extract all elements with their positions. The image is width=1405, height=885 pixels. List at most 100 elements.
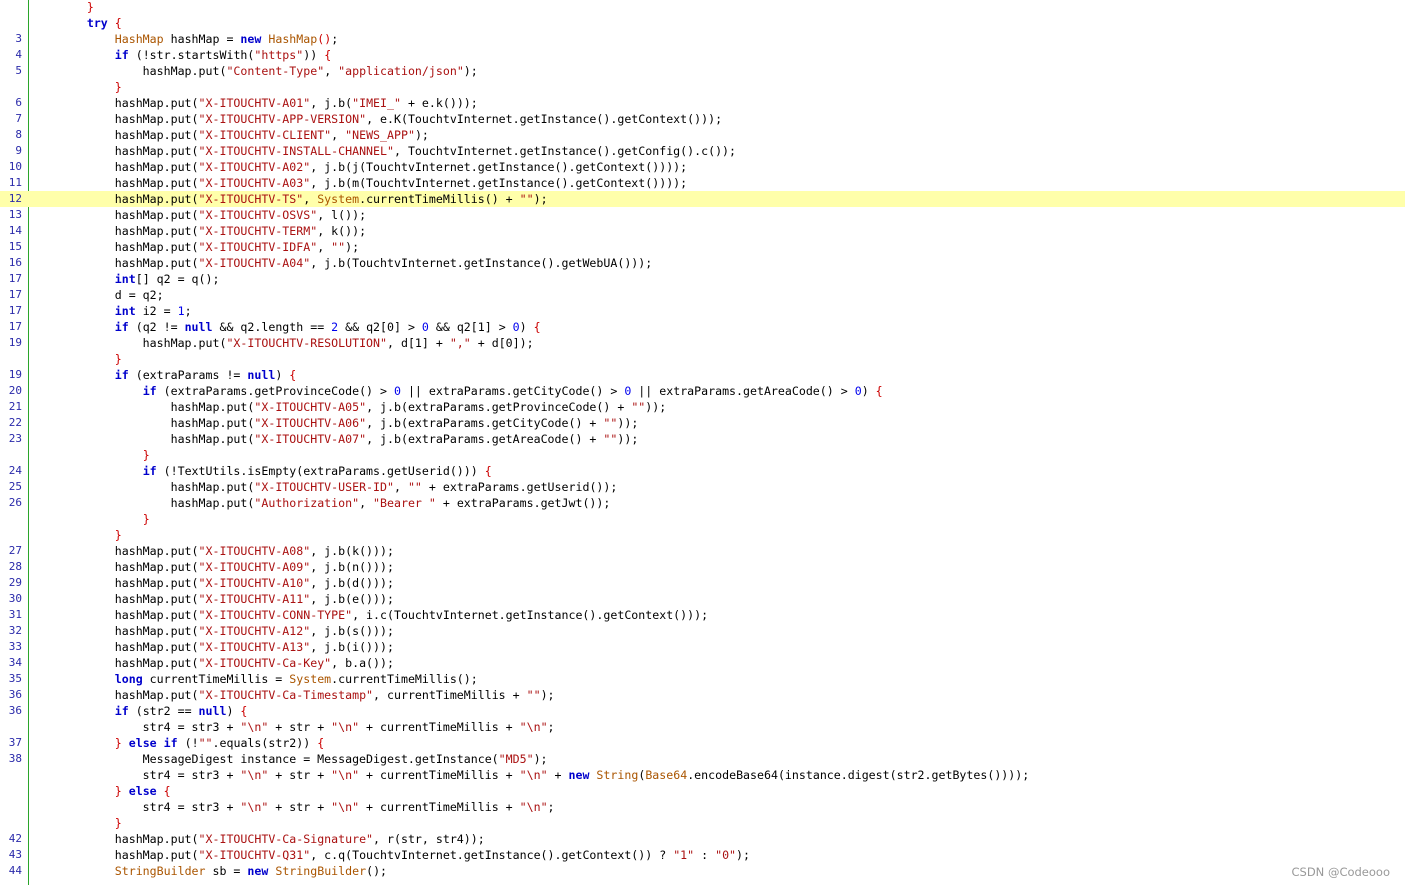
code-token: HashMap [261,32,318,46]
code-line[interactable]: 42 hashMap.put("X-ITOUCHTV-Ca-Signature"… [0,831,1405,847]
code-text: StringBuilder sb = new StringBuilder(); [31,863,1405,879]
code-line[interactable]: } [0,527,1405,543]
code-line[interactable]: 13 hashMap.put("X-ITOUCHTV-OSVS", l()); [0,207,1405,223]
code-line[interactable]: 33 hashMap.put("X-ITOUCHTV-A13", j.b(i()… [0,639,1405,655]
line-number: 15 [8,240,22,253]
code-line[interactable]: 25 hashMap.put("X-ITOUCHTV-USER-ID", "" … [0,479,1405,495]
code-token: "X-ITOUCHTV-A02" [198,160,311,174]
code-token: "" [603,432,618,446]
code-line[interactable]: 17 int[] q2 = q(); [0,271,1405,287]
code-line[interactable]: 24 if (!TextUtils.isEmpty(extraParams.ge… [0,463,1405,479]
code-line[interactable]: str4 = str3 + "\n" + str + "\n" + curren… [0,767,1405,783]
code-token: String [589,768,639,782]
code-line[interactable]: 36 hashMap.put("X-ITOUCHTV-Ca-Timestamp"… [0,687,1405,703]
code-line[interactable]: } else { [0,783,1405,799]
code-token: , j.b( [310,96,353,110]
code-token: (! [177,736,199,750]
code-text: hashMap.put("X-ITOUCHTV-A08", j.b(k())); [31,543,1405,559]
code-token: d = q2; [31,288,164,302]
code-editor[interactable]: } try {3 HashMap hashMap = new HashMap()… [0,0,1405,885]
code-line[interactable]: 26 hashMap.put("Authorization", "Bearer … [0,495,1405,511]
code-line[interactable]: 44 StringBuilder sb = new StringBuilder(… [0,863,1405,879]
code-line[interactable]: 32 hashMap.put("X-ITOUCHTV-A12", j.b(s()… [0,623,1405,639]
code-line[interactable]: str4 = str3 + "\n" + str + "\n" + curren… [0,799,1405,815]
code-line[interactable]: 22 hashMap.put("X-ITOUCHTV-A06", j.b(ext… [0,415,1405,431]
code-line[interactable]: 8 hashMap.put("X-ITOUCHTV-CLIENT", "NEWS… [0,127,1405,143]
code-line[interactable]: 15 hashMap.put("X-ITOUCHTV-IDFA", ""); [0,239,1405,255]
code-line[interactable]: } [0,511,1405,527]
code-line[interactable]: 31 hashMap.put("X-ITOUCHTV-CONN-TYPE", i… [0,607,1405,623]
code-line[interactable]: 10 hashMap.put("X-ITOUCHTV-A02", j.b(j(T… [0,159,1405,175]
code-token: { [317,48,332,62]
highlighted-code-line[interactable]: 12 hashMap.put("X-ITOUCHTV-TS", System.c… [0,191,1405,207]
line-number: 30 [8,592,22,605]
code-line[interactable]: 37 } else if (!"".equals(str2)) { [0,735,1405,751]
code-token: int [114,304,136,318]
code-line[interactable]: 9 hashMap.put("X-ITOUCHTV-INSTALL-CHANNE… [0,143,1405,159]
code-line[interactable]: 20 if (extraParams.getProvinceCode() > 0… [0,383,1405,399]
line-number: 12 [8,192,22,205]
code-token: ); [463,64,478,78]
code-line[interactable]: } [0,0,1405,15]
code-line[interactable]: 27 hashMap.put("X-ITOUCHTV-A08", j.b(k()… [0,543,1405,559]
code-token: 1 [177,304,185,318]
code-line[interactable]: 17 d = q2; [0,287,1405,303]
code-token: + currentTimeMillis + [359,720,520,734]
code-line[interactable]: 17 int i2 = 1; [0,303,1405,319]
code-line[interactable]: 14 hashMap.put("X-ITOUCHTV-TERM", k()); [0,223,1405,239]
code-line[interactable]: 6 hashMap.put("X-ITOUCHTV-A01", j.b("IME… [0,95,1405,111]
code-line[interactable]: 5 hashMap.put("Content-Type", "applicati… [0,63,1405,79]
code-line[interactable]: } [0,351,1405,367]
code-line[interactable]: 30 hashMap.put("X-ITOUCHTV-A11", j.b(e()… [0,591,1405,607]
code-line[interactable]: 23 hashMap.put("X-ITOUCHTV-A07", j.b(ext… [0,431,1405,447]
code-line[interactable]: } [0,447,1405,463]
code-line[interactable]: 11 hashMap.put("X-ITOUCHTV-A03", j.b(m(T… [0,175,1405,191]
code-token: "X-ITOUCHTV-A07" [254,432,367,446]
watermark: CSDN @Codeooo [1291,865,1391,879]
code-token: long [114,672,143,686]
code-token: || extraParams.getCityCode() > [400,384,625,398]
code-line[interactable]: 38 MessageDigest instance = MessageDiges… [0,751,1405,767]
code-line[interactable]: 43 hashMap.put("X-ITOUCHTV-Q31", c.q(Tou… [0,847,1405,863]
code-text: } [31,527,1405,543]
code-line[interactable]: 21 hashMap.put("X-ITOUCHTV-A05", j.b(ext… [0,399,1405,415]
code-text: } [31,351,1405,367]
code-token: "\n" [519,720,548,734]
code-token: StringBuilder [114,864,206,878]
code-token: , j.b(k())); [310,544,394,558]
code-line[interactable]: 4 if (!str.startsWith("https")) { [0,47,1405,63]
code-token: "X-ITOUCHTV-A09" [198,560,311,574]
code-text: hashMap.put("X-ITOUCHTV-Ca-Signature", r… [31,831,1405,847]
code-token: { [282,368,297,382]
code-line[interactable]: 29 hashMap.put("X-ITOUCHTV-A10", j.b(d()… [0,575,1405,591]
code-token: "" [331,240,346,254]
code-line[interactable]: try { [0,15,1405,31]
code-line[interactable]: } [0,815,1405,831]
code-line[interactable]: 16 hashMap.put("X-ITOUCHTV-A04", j.b(Tou… [0,255,1405,271]
code-line[interactable]: 36 if (str2 == null) { [0,703,1405,719]
code-line[interactable]: str4 = str3 + "\n" + str + "\n" + curren… [0,719,1405,735]
code-line[interactable]: 17 if (q2 != null && q2.length == 2 && q… [0,319,1405,335]
code-line[interactable]: 34 hashMap.put("X-ITOUCHTV-Ca-Key", b.a(… [0,655,1405,671]
code-line[interactable]: 3 HashMap hashMap = new HashMap(); [0,31,1405,47]
code-token: , [324,64,339,78]
code-line[interactable]: 19 hashMap.put("X-ITOUCHTV-RESOLUTION", … [0,335,1405,351]
code-line[interactable]: 7 hashMap.put("X-ITOUCHTV-APP-VERSION", … [0,111,1405,127]
code-token: , d[1] + [387,336,450,350]
code-text: if (!TextUtils.isEmpty(extraParams.getUs… [31,463,1405,479]
code-line[interactable]: 19 if (extraParams != null) { [0,367,1405,383]
code-token: hashMap.put( [31,176,199,190]
line-number: 29 [8,576,22,589]
code-text: str4 = str3 + "\n" + str + "\n" + curren… [31,719,1405,735]
code-line[interactable]: 28 hashMap.put("X-ITOUCHTV-A09", j.b(n()… [0,559,1405,575]
line-number: 17 [8,304,22,317]
code-token: "\n" [240,720,269,734]
code-token: "\n" [331,768,360,782]
code-token: "X-ITOUCHTV-Ca-Timestamp" [198,688,374,702]
code-line[interactable]: } [0,79,1405,95]
code-token: )); [617,416,639,430]
code-line[interactable]: 35 long currentTimeMillis = System.curre… [0,671,1405,687]
